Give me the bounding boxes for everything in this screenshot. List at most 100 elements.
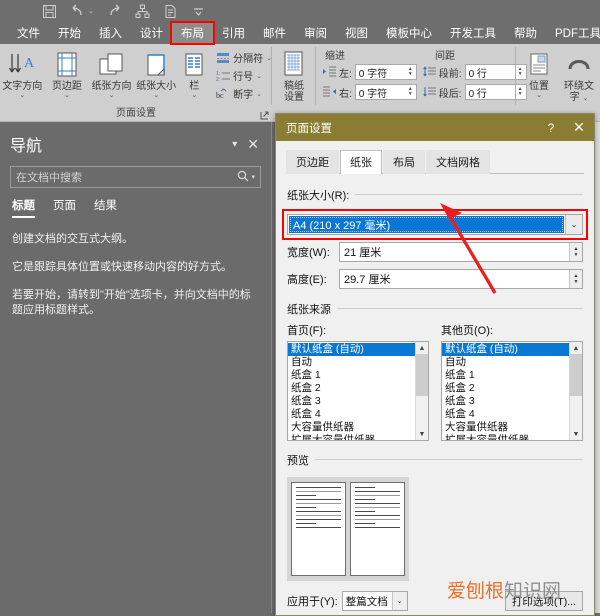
scroll-up-icon[interactable]: ▲ [416, 342, 428, 354]
help-icon[interactable]: ? [538, 121, 564, 135]
text-direction-button[interactable]: A 文字方向 ⌄ [0, 47, 45, 100]
preview-line [355, 523, 376, 524]
list-item[interactable]: 扩展大容量供纸器 [442, 434, 569, 440]
spinner-arrows[interactable]: ▲ ▼ [405, 85, 416, 99]
indent-left-input[interactable]: 0 字符 ▲ ▼ [354, 64, 417, 80]
grid-paper-button[interactable]: 稿纸 设置 [272, 47, 316, 103]
list-item[interactable]: 纸盒 3 [442, 395, 569, 408]
list-item[interactable]: 纸盒 2 [288, 382, 415, 395]
chevron-down-icon[interactable]: ⌄ [256, 72, 262, 80]
save-icon[interactable] [42, 4, 57, 19]
ribbon-tab-references[interactable]: 引用 [213, 23, 254, 43]
tab-layout[interactable]: 布局 [383, 150, 425, 174]
paper-size-button[interactable]: 纸张大小 ⌄ [134, 47, 179, 100]
list-item[interactable]: 纸盒 4 [288, 408, 415, 421]
wrap-text-button[interactable]: 环绕文 字 ⌄ [558, 47, 600, 103]
tab-document-grid[interactable]: 文档网格 [426, 150, 490, 174]
ribbon-tab-view[interactable]: 视图 [336, 23, 377, 43]
hyphenation-button[interactable]: bc 断字 ⌄ [216, 85, 272, 102]
tab-paper[interactable]: 纸张 [340, 150, 382, 174]
ribbon-tab-review[interactable]: 审阅 [295, 23, 336, 43]
chevron-down-icon[interactable]: ⌄ [256, 90, 262, 98]
nav-tab-headings[interactable]: 标题 [12, 197, 35, 218]
chevron-down-icon[interactable]: ⌄ [536, 92, 542, 100]
ribbon-tab-pdf-tools[interactable]: PDF工具集 [546, 23, 600, 43]
chevron-down-icon[interactable]: ⌄ [582, 95, 588, 102]
first-page-listbox[interactable]: 默认纸盒 (自动) 自动 纸盒 1 纸盒 2 纸盒 3 纸盒 4 大容量供纸器 … [287, 341, 429, 441]
chevron-down-icon[interactable]: ⌄ [565, 215, 582, 234]
document-scrollbar[interactable] [595, 122, 600, 613]
chevron-down-icon[interactable]: ⌄ [191, 92, 197, 100]
ribbon-tab-file[interactable]: 文件 [8, 23, 49, 43]
breaks-button[interactable]: 分隔符 ⌄ [216, 49, 272, 66]
paper-size-combo[interactable]: A4 (210 x 297 毫米) ⌄ [287, 214, 583, 235]
line-numbers-button[interactable]: 1: 2: 行号 ⌄ [216, 67, 272, 84]
list-item[interactable]: 默认纸盒 (自动) [442, 343, 569, 356]
listbox-scrollbar[interactable]: ▲ ▼ [569, 342, 582, 440]
nav-tab-results[interactable]: 结果 [94, 197, 117, 216]
undo-dropdown-icon[interactable]: ⌄ [88, 7, 94, 15]
nav-help-paragraph-1: 创建文档的交互式大纲。 [12, 233, 133, 245]
scroll-track[interactable] [570, 354, 582, 428]
paper-source-section: 纸张来源 [287, 300, 583, 318]
chevron-down-icon[interactable]: ⌄ [109, 92, 115, 100]
chevron-down-icon[interactable]: ⌄ [153, 92, 159, 100]
margins-button[interactable]: 页边距 ⌄ [45, 47, 90, 100]
chevron-down-icon[interactable]: ⌄ [64, 92, 70, 100]
chevron-down-icon[interactable]: ⌄ [391, 592, 407, 610]
list-item[interactable]: 纸盒 3 [288, 395, 415, 408]
other-pages-listbox[interactable]: 默认纸盒 (自动) 自动 纸盒 1 纸盒 2 纸盒 3 纸盒 4 大容量供纸器 … [441, 341, 583, 441]
list-item[interactable]: 自动 [288, 356, 415, 369]
list-item[interactable]: 扩展大容量供纸器 [288, 434, 415, 440]
share-icon[interactable] [135, 4, 150, 19]
ribbon-tab-mailings[interactable]: 邮件 [254, 23, 295, 43]
spinner-arrows[interactable]: ▲ ▼ [405, 65, 416, 79]
list-item[interactable]: 默认纸盒 (自动) [288, 343, 415, 356]
scroll-track[interactable] [416, 354, 428, 428]
list-item[interactable]: 纸盒 1 [288, 369, 415, 382]
print-preview-icon[interactable] [163, 4, 178, 19]
scroll-thumb[interactable] [416, 354, 428, 396]
undo-icon[interactable] [70, 4, 85, 19]
ribbon-tab-template-center[interactable]: 模板中心 [377, 23, 441, 43]
spinner-arrows[interactable]: ▲ ▼ [569, 243, 582, 261]
customize-qat-icon[interactable] [191, 4, 206, 19]
indent-right-input[interactable]: 0 字符 ▲ ▼ [354, 84, 417, 100]
columns-button[interactable]: 栏 ⌄ [179, 47, 211, 100]
spinner-arrows[interactable]: ▲ ▼ [569, 270, 582, 288]
ribbon-tab-home[interactable]: 开始 [49, 23, 90, 43]
scroll-thumb[interactable] [570, 354, 582, 396]
list-item[interactable]: 大容量供纸器 [442, 421, 569, 434]
list-item[interactable]: 纸盒 1 [442, 369, 569, 382]
paper-width-input[interactable]: 21 厘米 ▲ ▼ [339, 242, 583, 262]
redo-icon[interactable] [107, 4, 122, 19]
paper-height-input[interactable]: 29.7 厘米 ▲ ▼ [339, 269, 583, 289]
close-icon[interactable]: ✕ [564, 119, 594, 136]
orientation-button[interactable]: 纸张方向 ⌄ [89, 47, 134, 100]
first-page-label: 首页(F): [287, 325, 327, 337]
list-item[interactable]: 纸盒 4 [442, 408, 569, 421]
list-item[interactable]: 纸盒 2 [442, 382, 569, 395]
apply-to-combo[interactable]: 整篇文档 ⌄ [341, 591, 408, 611]
ribbon-tab-layout[interactable]: 布局 [172, 23, 213, 43]
list-item[interactable]: 自动 [442, 356, 569, 369]
ribbon-tab-help[interactable]: 帮助 [505, 23, 546, 43]
listbox-scrollbar[interactable]: ▲ ▼ [415, 342, 428, 440]
ribbon-tab-developer[interactable]: 开发工具 [441, 23, 505, 43]
search-input[interactable]: 在文档中搜索 ▾ [10, 166, 261, 188]
chevron-down-icon[interactable]: ⌄ [19, 92, 25, 100]
chevron-down-icon[interactable]: ▾ [222, 139, 247, 150]
list-item[interactable]: 大容量供纸器 [288, 421, 415, 434]
ribbon-tab-design[interactable]: 设计 [131, 23, 172, 43]
nav-tab-pages[interactable]: 页面 [53, 197, 76, 216]
scroll-down-icon[interactable]: ▼ [416, 428, 428, 440]
chevron-down-icon[interactable]: ▾ [249, 173, 255, 181]
dialog-launcher-icon[interactable] [260, 111, 269, 120]
tab-margins[interactable]: 页边距 [286, 150, 339, 174]
ribbon-tab-insert[interactable]: 插入 [90, 23, 131, 43]
close-icon[interactable]: ✕ [247, 136, 261, 153]
search-icon[interactable] [237, 170, 249, 185]
scroll-up-icon[interactable]: ▲ [570, 342, 582, 354]
position-button[interactable]: 位置 ⌄ [520, 47, 558, 100]
scroll-down-icon[interactable]: ▼ [570, 428, 582, 440]
